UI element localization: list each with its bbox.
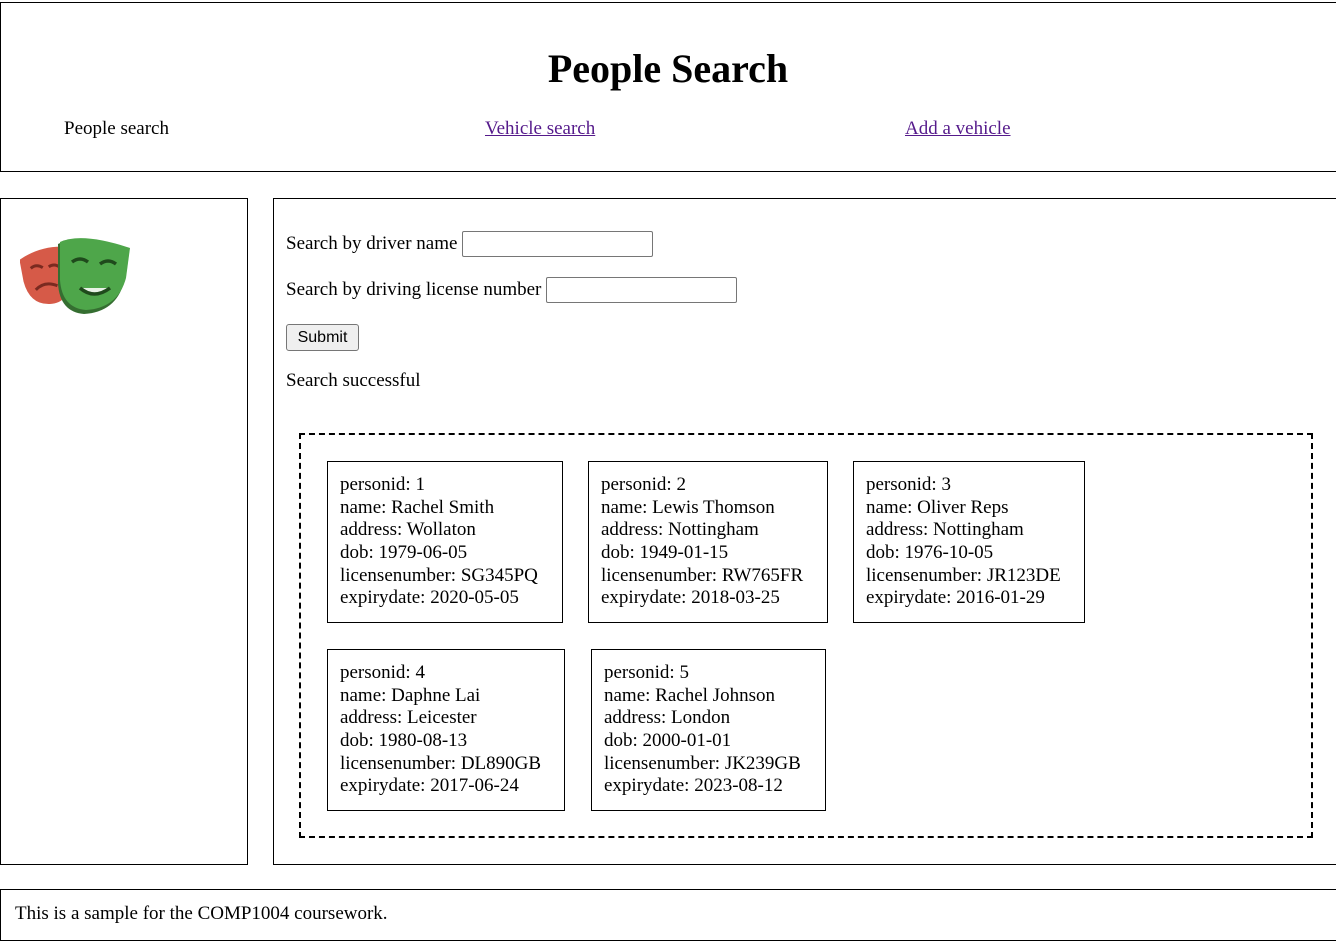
card-personid: personid: 5: [604, 662, 689, 683]
nav-link-add-vehicle[interactable]: Add a vehicle: [905, 117, 1011, 141]
card-name: name: Rachel Smith: [340, 496, 495, 518]
card-address: address: Leicester: [340, 707, 477, 729]
card-dob: dob: 1976-10-05: [866, 542, 994, 564]
nav-item-people-search: People search: [64, 118, 169, 139]
card-name: name: Lewis Thomson: [601, 496, 775, 518]
card-address: address: Nottingham: [601, 519, 759, 541]
page-title: People Search: [547, 46, 789, 91]
footer-text: This is a sample for the COMP1004 course…: [15, 903, 388, 924]
card-expirydate: expirydate: 2016-01-29: [866, 587, 1045, 609]
card-name: name: Oliver Reps: [866, 496, 1009, 518]
driver-name-row: Search by driver name: [286, 231, 654, 257]
nav-link-vehicle-search[interactable]: Vehicle search: [485, 117, 595, 141]
result-card: personid: 2 name: Lewis Thomson address:…: [588, 461, 828, 623]
card-licensenumber: licensenumber: RW765FR: [601, 564, 804, 586]
card-address: address: London: [604, 707, 731, 729]
card-dob: dob: 1980-08-13: [340, 730, 468, 752]
search-status: Search successful: [286, 370, 421, 391]
card-expirydate: expirydate: 2020-05-05: [340, 587, 519, 609]
result-card: personid: 5 name: Rachel Johnson address…: [591, 649, 826, 811]
card-personid: personid: 1: [340, 474, 425, 495]
license-input[interactable]: [546, 277, 738, 303]
result-card: personid: 3 name: Oliver Reps address: N…: [853, 461, 1085, 623]
card-expirydate: expirydate: 2023-08-12: [604, 775, 783, 797]
card-name: name: Rachel Johnson: [604, 684, 775, 706]
card-personid: personid: 4: [340, 662, 425, 683]
card-personid: personid: 3: [866, 474, 951, 495]
driver-name-label: Search by driver name: [286, 233, 458, 254]
license-row: Search by driving license number: [286, 277, 738, 303]
page-header: People Search People search Vehicle sear…: [0, 2, 1336, 172]
driver-name-input[interactable]: [462, 231, 654, 257]
card-address: address: Nottingham: [866, 519, 1024, 541]
card-licensenumber: licensenumber: DL890GB: [340, 752, 542, 774]
result-card: personid: 4 name: Daphne Lai address: Le…: [327, 649, 565, 811]
card-personid: personid: 2: [601, 474, 686, 495]
result-card: personid: 1 name: Rachel Smith address: …: [327, 461, 563, 623]
card-dob: dob: 2000-01-01: [604, 730, 732, 752]
card-expirydate: expirydate: 2018-03-25: [601, 587, 780, 609]
card-dob: dob: 1949-01-15: [601, 542, 729, 564]
card-dob: dob: 1979-06-05: [340, 542, 468, 564]
card-licensenumber: licensenumber: JR123DE: [866, 564, 1061, 586]
theatre-masks-icon: [20, 238, 130, 314]
page-footer: This is a sample for the COMP1004 course…: [0, 889, 1336, 941]
card-licensenumber: licensenumber: SG345PQ: [340, 564, 538, 586]
card-licensenumber: licensenumber: JK239GB: [604, 752, 801, 774]
license-label: Search by driving license number: [286, 279, 542, 300]
submit-button[interactable]: Submit: [286, 324, 359, 351]
card-name: name: Daphne Lai: [340, 684, 481, 706]
card-address: address: Wollaton: [340, 519, 476, 541]
card-expirydate: expirydate: 2017-06-24: [340, 775, 519, 797]
